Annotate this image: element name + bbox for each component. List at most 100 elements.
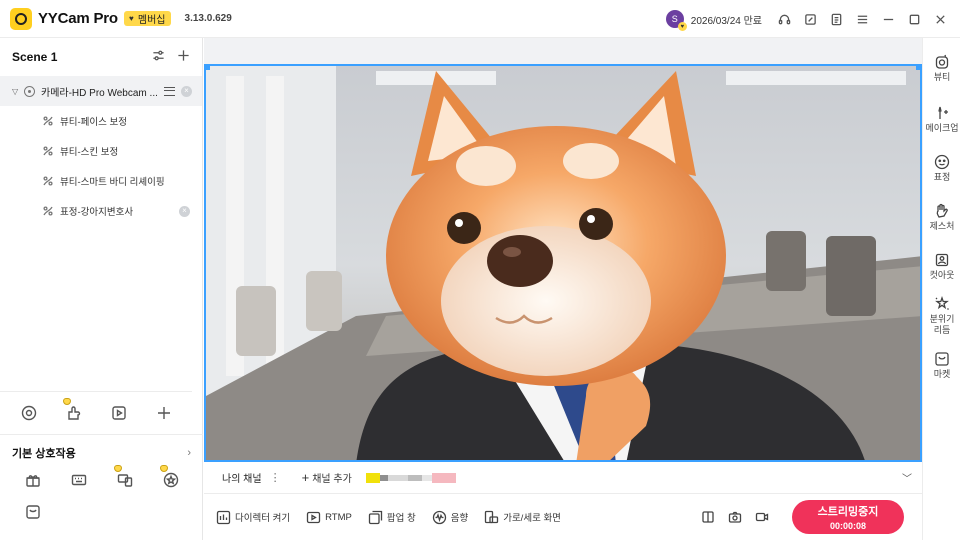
record-video-icon[interactable] — [755, 510, 770, 525]
scene-title: Scene 1 — [12, 50, 58, 64]
headset-icon[interactable] — [776, 11, 792, 27]
director-toggle-button[interactable]: 다이렉터 켜기 — [216, 510, 290, 525]
beauty-icon — [935, 54, 949, 69]
preview-top-strip — [204, 38, 922, 64]
filter-effect-icon — [42, 205, 54, 217]
scene-header: Scene 1 — [0, 38, 202, 76]
add-channel-button[interactable]: + 채널 추가 — [302, 470, 352, 485]
filter-item[interactable]: 표정-강아지변호사 × — [0, 196, 202, 226]
more-options-icon[interactable]: ⋮ — [270, 471, 281, 484]
filter-item[interactable]: 뷰티-페이스 보정 — [0, 106, 202, 136]
app-version: 3.13.0.629 — [184, 13, 232, 24]
rail-item-makeup[interactable]: 메이크업 — [923, 105, 960, 134]
avatar-initial: S — [671, 14, 678, 24]
rail-label: 표정 — [933, 172, 951, 182]
rail-label: 마켓 — [933, 369, 951, 379]
add-source-icon[interactable] — [177, 49, 190, 65]
orientation-icon — [485, 510, 499, 523]
camera-preview[interactable] — [204, 64, 922, 462]
rail-item-market[interactable]: 마켓 — [923, 351, 960, 380]
orientation-button[interactable]: 가로/세로 화면 — [484, 510, 561, 525]
chat-box-icon[interactable] — [24, 503, 42, 521]
rail-label: 컷아웃 — [929, 270, 955, 280]
add-channel-label: 채널 추가 — [312, 474, 352, 485]
app-name: YYCam Pro — [38, 10, 118, 27]
close-icon[interactable] — [932, 11, 948, 27]
resize-handle[interactable] — [916, 66, 920, 70]
premium-crown-icon — [160, 465, 168, 472]
add-sticker-icon[interactable] — [62, 398, 83, 422]
popup-label: 팝업 창 — [386, 513, 416, 524]
rtmp-button[interactable]: RTMP — [306, 510, 352, 525]
resize-handle[interactable] — [206, 66, 210, 70]
snapshot-camera-icon[interactable] — [728, 510, 743, 525]
rtmp-icon — [306, 511, 321, 523]
director-icon — [216, 510, 231, 524]
rail-item-atmosphere[interactable]: 분위기리듬 — [923, 296, 960, 336]
source-toolbar — [0, 391, 192, 434]
filter-effect-icon — [42, 145, 54, 157]
filter-label: 뷰티-스마트 바디 리셰이핑 — [60, 177, 165, 188]
stop-streaming-label: 스트리밍중지 — [817, 506, 879, 518]
filter-item[interactable]: 뷰티-스킨 보정 — [0, 136, 202, 166]
maximize-icon[interactable] — [906, 11, 922, 27]
source-item-camera[interactable]: ▽ 카메라-HD Pro Webcam ... × — [0, 76, 202, 106]
rail-item-gesture[interactable]: 제스처 — [923, 203, 960, 232]
cutout-icon — [935, 253, 949, 267]
action-bar: 다이렉터 켜기 RTMP 팝업 창 음향 가로/세로 화면 스트리밍중지 00:… — [204, 494, 922, 540]
filter-label: 뷰티-스킨 보정 — [60, 147, 119, 158]
gesture-icon — [936, 203, 948, 218]
interaction-header[interactable]: 기본 상호작용 › — [0, 435, 203, 471]
scene-settings-icon[interactable] — [152, 49, 165, 65]
rail-item-beauty[interactable]: 뷰티 — [923, 54, 960, 83]
collapse-caret-icon[interactable]: ▽ — [12, 87, 24, 96]
rail-label: 뷰티 — [933, 72, 951, 82]
orientation-label: 가로/세로 화면 — [503, 513, 561, 524]
streaming-timer: 00:00:08 — [829, 521, 867, 531]
audio-wave-icon — [432, 510, 446, 524]
expression-icon — [934, 154, 950, 170]
keyboard-icon[interactable] — [70, 471, 88, 489]
rail-item-cutout[interactable]: 컷아웃 — [923, 252, 960, 281]
rail-label: 메이크업 — [925, 123, 959, 133]
source-menu-icon[interactable] — [163, 86, 175, 96]
add-media-icon[interactable] — [110, 404, 128, 422]
minimize-icon[interactable] — [880, 11, 896, 27]
remove-filter-icon[interactable]: × — [179, 205, 190, 217]
star-badge-icon[interactable] — [160, 465, 180, 489]
rail-label: 분위기리듬 — [929, 314, 955, 335]
add-camera-icon[interactable] — [20, 404, 38, 422]
popup-icon — [368, 510, 382, 524]
screen-share-icon[interactable] — [114, 465, 134, 489]
popup-window-button[interactable]: 팝업 창 — [368, 510, 416, 525]
audio-button[interactable]: 음향 — [432, 510, 468, 525]
app-logo — [10, 7, 32, 30]
note-edit-icon[interactable] — [802, 11, 818, 27]
my-channel-label[interactable]: 나의 채널 — [222, 470, 262, 485]
chevron-down-icon[interactable]: ﹀ — [902, 470, 912, 485]
membership-badge[interactable]: ♥ 멤버십 — [123, 11, 171, 26]
blurred-channel-chip[interactable] — [365, 472, 456, 483]
filter-list: 뷰티-페이스 보정뷰티-스킨 보정뷰티-스마트 바디 리셰이핑표정-강아지변호사… — [0, 106, 202, 226]
filter-effect-icon — [42, 175, 54, 187]
filter-label: 표정-강아지변호사 — [60, 207, 134, 218]
scene-panel: Scene 1 ▽ 카메라-HD Pro Webcam ... × 뷰티-페이스… — [0, 38, 203, 540]
membership-badge-label: 멤버십 — [137, 15, 166, 26]
menu-icon[interactable] — [854, 11, 870, 27]
remove-source-icon[interactable]: × — [181, 85, 192, 97]
source-label: 카메라-HD Pro Webcam ... — [41, 87, 158, 99]
filter-item[interactable]: 뷰티-스마트 바디 리셰이핑 — [0, 166, 202, 196]
director-label: 다이렉터 켜기 — [235, 513, 291, 524]
membership-heart-icon: ♥ — [677, 22, 687, 31]
document-icon[interactable] — [828, 11, 844, 27]
atmosphere-icon — [935, 296, 949, 310]
makeup-icon — [938, 106, 948, 119]
avatar[interactable]: S ♥ — [665, 10, 687, 31]
rail-item-expression[interactable]: 표정 — [923, 154, 960, 183]
split-view-icon[interactable] — [701, 510, 716, 525]
gift-icon[interactable] — [24, 471, 42, 489]
market-icon — [935, 352, 949, 366]
stop-streaming-button[interactable]: 스트리밍중지 00:00:08 — [792, 500, 904, 534]
chevron-right-icon[interactable]: › — [187, 447, 191, 459]
add-more-icon[interactable] — [155, 404, 173, 422]
